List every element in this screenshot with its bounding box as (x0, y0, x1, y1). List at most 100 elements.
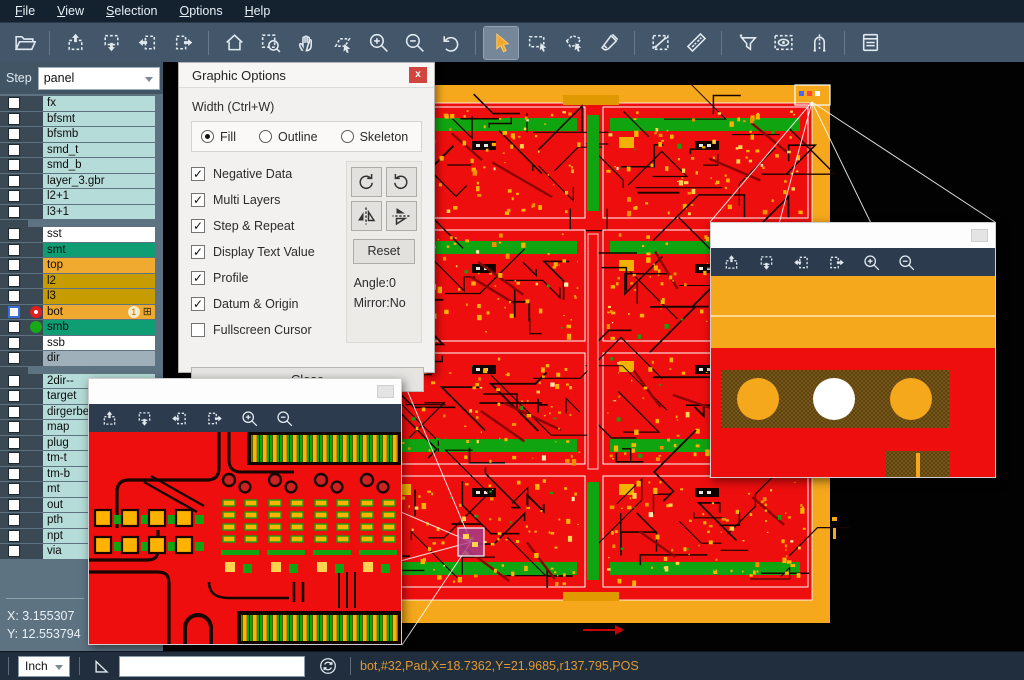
layer-checkbox[interactable] (8, 175, 20, 187)
layer-row-smd-t[interactable]: smd_t (0, 143, 163, 158)
checkbox-box[interactable]: ✓ (191, 193, 205, 207)
mirror-vertical-button[interactable] (386, 201, 417, 231)
report-button[interactable] (853, 27, 887, 59)
menu-view[interactable]: View (46, 0, 95, 22)
checkbox-box[interactable]: ✓ (191, 297, 205, 311)
measure-distance-button[interactable] (643, 27, 677, 59)
menu-options[interactable]: Options (168, 0, 233, 22)
zoom-previous-button[interactable] (433, 27, 467, 59)
layer-label[interactable]: l3+1 (43, 205, 155, 220)
radio-outline[interactable]: Outline (259, 130, 318, 144)
pan-left-button[interactable] (790, 251, 812, 273)
pan-up-button[interactable] (720, 251, 742, 273)
layer-checkbox[interactable] (8, 113, 20, 125)
radio-circle[interactable] (201, 130, 214, 143)
layer-row-l2[interactable]: l2 (0, 274, 163, 289)
layer-checkbox[interactable] (8, 321, 20, 333)
pan-up-button[interactable] (98, 407, 120, 429)
layer-checkbox[interactable] (8, 259, 20, 271)
layer-checkbox[interactable] (8, 97, 20, 109)
checkbox-profile[interactable]: ✓Profile (191, 265, 346, 291)
pan-down-button[interactable] (755, 251, 777, 273)
menu-selection[interactable]: Selection (95, 0, 168, 22)
layer-checkbox[interactable] (8, 159, 20, 171)
set-square-icon[interactable] (89, 654, 115, 678)
layer-checkbox[interactable] (8, 144, 20, 156)
layer-row-layer-3-gbr[interactable]: layer_3.gbr (0, 174, 163, 189)
layer-row-smb[interactable]: smb (0, 320, 163, 335)
menu-help[interactable]: Help (234, 0, 282, 22)
layer-checkbox[interactable] (8, 128, 20, 140)
layer-label[interactable]: fx (43, 96, 155, 111)
pan-down-button[interactable] (94, 27, 128, 59)
layer-label[interactable]: smd_b (43, 158, 155, 173)
rotate-ccw-button[interactable] (386, 167, 417, 197)
layer-checkbox[interactable] (8, 499, 20, 511)
layer-checkbox[interactable] (8, 530, 20, 542)
layer-checkbox[interactable] (8, 228, 20, 240)
layer-checkbox[interactable] (8, 206, 20, 218)
snap-button[interactable] (802, 27, 836, 59)
layer-label[interactable]: smd_t (43, 143, 155, 158)
mirror-horizontal-button[interactable] (351, 201, 382, 231)
command-input[interactable] (119, 656, 305, 677)
layer-row-sst[interactable]: sst (0, 227, 163, 242)
layer-checkbox[interactable] (8, 244, 20, 256)
layer-row-dir[interactable]: dir (0, 351, 163, 366)
layer-checkbox[interactable] (8, 421, 20, 433)
radio-circle[interactable] (259, 130, 272, 143)
preview-content[interactable] (89, 432, 401, 644)
dialog-titlebar[interactable]: Graphic Options x (179, 63, 434, 88)
layer-label[interactable]: bfsmt (43, 112, 155, 127)
layer-row-bfsmb[interactable]: bfsmb (0, 127, 163, 142)
layer-checkbox[interactable] (8, 375, 20, 387)
highlight-brush-button[interactable] (592, 27, 626, 59)
layer-row-bot[interactable]: bot1⊞ (0, 305, 163, 320)
reset-button[interactable]: Reset (353, 239, 415, 264)
home-view-button[interactable] (217, 27, 251, 59)
preview-titlebar[interactable] (89, 379, 401, 404)
zoom-out-button[interactable] (273, 407, 295, 429)
layer-label[interactable]: layer_3.gbr (43, 174, 155, 189)
radio-circle[interactable] (341, 130, 354, 143)
pan-right-button[interactable] (203, 407, 225, 429)
layer-label[interactable]: top (43, 258, 155, 273)
checkbox-negative-data[interactable]: ✓Negative Data (191, 161, 346, 187)
checkbox-box[interactable] (191, 323, 205, 337)
measure-ruler-button[interactable] (679, 27, 713, 59)
checkbox-box[interactable]: ✓ (191, 245, 205, 259)
window-menu-button[interactable] (377, 385, 394, 398)
select-cursor-button[interactable] (484, 27, 518, 59)
layer-row-smt[interactable]: smt (0, 243, 163, 258)
zoom-in-button[interactable] (238, 407, 260, 429)
step-select[interactable]: panel (38, 67, 160, 90)
checkbox-box[interactable]: ✓ (191, 167, 205, 181)
layer-checkbox[interactable] (8, 545, 20, 557)
zoom-out-button[interactable] (397, 27, 431, 59)
checkbox-fullscreen-cursor[interactable]: Fullscreen Cursor (191, 317, 346, 343)
layer-label[interactable]: dir (43, 351, 155, 366)
layer-label[interactable]: bot1⊞ (43, 305, 155, 320)
radio-skeleton[interactable]: Skeleton (341, 130, 409, 144)
open-folder-button[interactable] (7, 27, 41, 59)
layer-label[interactable]: ssb (43, 336, 155, 351)
zoom-in-button[interactable] (860, 251, 882, 273)
checkbox-datum-origin[interactable]: ✓Datum & Origin (191, 291, 346, 317)
checkbox-box[interactable]: ✓ (191, 271, 205, 285)
pan-down-button[interactable] (133, 407, 155, 429)
table-icon[interactable]: ⊞ (143, 306, 152, 318)
layer-checkbox[interactable] (8, 483, 20, 495)
layer-row-l3[interactable]: l3 (0, 289, 163, 304)
zoom-out-button[interactable] (895, 251, 917, 273)
checkbox-multi-layers[interactable]: ✓Multi Layers (191, 187, 346, 213)
zoom-in-button[interactable] (361, 27, 395, 59)
menu-file[interactable]: File (4, 0, 46, 22)
layer-checkbox[interactable] (8, 290, 20, 302)
layer-checkbox[interactable] (8, 306, 20, 318)
pan-left-button[interactable] (130, 27, 164, 59)
dialog-close-button[interactable]: x (409, 67, 427, 83)
select-rect-button[interactable] (520, 27, 554, 59)
move-view-button[interactable] (325, 27, 359, 59)
units-select[interactable]: Inch (18, 656, 70, 677)
preview-titlebar[interactable] (711, 223, 995, 248)
